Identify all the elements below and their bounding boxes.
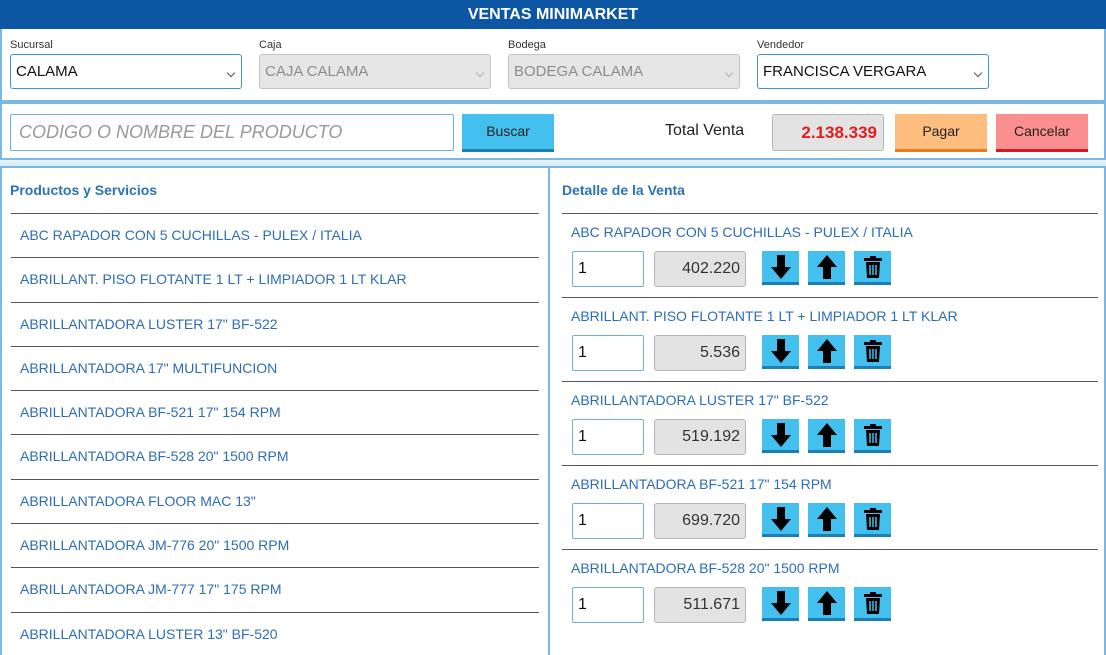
vendedor-label: Vendedor [757, 39, 805, 51]
product-item[interactable]: ABRILLANTADORA JM-777 17" 175 RPM [11, 567, 539, 611]
arrow-up-icon [816, 590, 837, 615]
sucursal-select[interactable]: CALAMA [10, 54, 242, 89]
product-item[interactable]: ABC RAPADOR CON 5 CUCHILLAS - PULEX / IT… [11, 213, 539, 257]
bodega-select: BODEGA CALAMA [508, 54, 740, 89]
remove-button[interactable] [854, 335, 891, 369]
pay-button[interactable]: Pagar [895, 114, 987, 152]
bodega-value: BODEGA CALAMA [514, 63, 644, 80]
selectors-panel: Sucursal CALAMA Caja CAJA CALAMA Bodega … [0, 29, 1106, 102]
remove-button[interactable] [854, 503, 891, 537]
total-value: 2.138.339 [772, 114, 884, 151]
quantity-input[interactable]: 1 [572, 503, 644, 539]
detail-title: Detalle de la Venta [562, 182, 685, 198]
detail-row: ABRILLANTADORA LUSTER 17" BF-522 1 519.1… [562, 381, 1098, 465]
caja-field: Caja CAJA CALAMA [259, 39, 491, 89]
sucursal-label: Sucursal [10, 39, 53, 51]
detail-product-name: ABRILLANTADORA LUSTER 17" BF-522 [571, 392, 829, 408]
chevron-down-icon [226, 68, 236, 78]
increase-button[interactable] [808, 419, 845, 453]
arrow-up-icon [816, 254, 837, 279]
quantity-input[interactable]: 1 [572, 419, 644, 455]
remove-button[interactable] [854, 419, 891, 453]
decrease-button[interactable] [762, 335, 799, 369]
increase-button[interactable] [808, 503, 845, 537]
detail-row: ABC RAPADOR CON 5 CUCHILLAS - PULEX / IT… [562, 213, 1098, 297]
sucursal-value: CALAMA [16, 63, 78, 80]
price-value: 699.720 [654, 503, 746, 539]
chevron-down-icon [475, 68, 485, 78]
arrow-down-icon [770, 590, 791, 615]
bodega-label: Bodega [508, 39, 546, 51]
detail-row: ABRILLANTADORA BF-521 17" 154 RPM 1 699.… [562, 465, 1098, 549]
price-value: 519.192 [654, 419, 746, 455]
product-item[interactable]: ABRILLANTADORA LUSTER 13" BF-520 [11, 611, 539, 655]
decrease-button[interactable] [762, 503, 799, 537]
detail-product-name: ABC RAPADOR CON 5 CUCHILLAS - PULEX / IT… [571, 224, 913, 240]
products-list: ABC RAPADOR CON 5 CUCHILLAS - PULEX / IT… [11, 213, 539, 655]
arrow-up-icon [816, 338, 837, 363]
total-label: Total Venta [665, 122, 745, 139]
chevron-down-icon [724, 68, 734, 78]
increase-button[interactable] [808, 251, 845, 285]
sale-detail-panel: Detalle de la Venta ABC RAPADOR CON 5 CU… [548, 166, 1106, 655]
search-button[interactable]: Buscar [462, 114, 554, 152]
detail-list: ABC RAPADOR CON 5 CUCHILLAS - PULEX / IT… [562, 213, 1098, 633]
products-panel: Productos y Servicios ABC RAPADOR CON 5 … [0, 166, 548, 655]
product-search-input[interactable]: CODIGO O NOMBRE DEL PRODUCTO [10, 114, 454, 151]
increase-button[interactable] [808, 335, 845, 369]
trash-icon [863, 255, 882, 278]
remove-button[interactable] [854, 251, 891, 285]
detail-product-name: ABRILLANTADORA BF-528 20" 1500 RPM [571, 560, 840, 576]
arrow-down-icon [770, 254, 791, 279]
vendedor-select[interactable]: FRANCISCA VERGARA [757, 54, 989, 89]
products-title: Productos y Servicios [10, 182, 158, 198]
caja-select: CAJA CALAMA [259, 54, 491, 89]
caja-value: CAJA CALAMA [265, 63, 369, 80]
detail-row: ABRILLANT. PISO FLOTANTE 1 LT + LIMPIADO… [562, 297, 1098, 381]
trash-icon [863, 339, 882, 362]
trash-icon [863, 423, 882, 446]
product-item[interactable]: ABRILLANTADORA 17" MULTIFUNCION [11, 345, 539, 390]
app-root: VENTAS MINIMARKET Sucursal CALAMA Caja C… [0, 0, 1106, 655]
chevron-down-icon [973, 68, 983, 78]
price-value: 5.536 [654, 335, 746, 371]
remove-button[interactable] [854, 587, 891, 621]
vendedor-value: FRANCISCA VERGARA [763, 63, 927, 80]
product-item[interactable]: ABRILLANTADORA LUSTER 17" BF-522 [11, 301, 539, 346]
decrease-button[interactable] [762, 587, 799, 621]
product-item[interactable]: ABRILLANT. PISO FLOTANTE 1 LT + LIMPIADO… [11, 257, 539, 301]
product-item[interactable]: ABRILLANTADORA BF-521 17" 154 RPM [11, 390, 539, 434]
arrow-down-icon [770, 506, 791, 531]
price-value: 402.220 [654, 251, 746, 287]
arrow-down-icon [770, 422, 791, 447]
quantity-input[interactable]: 1 [572, 251, 644, 287]
caja-label: Caja [259, 39, 282, 51]
sucursal-field: Sucursal CALAMA [10, 39, 242, 89]
decrease-button[interactable] [762, 251, 799, 285]
quantity-input[interactable]: 1 [572, 587, 644, 623]
arrow-up-icon [816, 422, 837, 447]
trash-icon [863, 591, 882, 614]
app-title: VENTAS MINIMARKET [0, 0, 1106, 29]
arrow-down-icon [770, 338, 791, 363]
bodega-field: Bodega BODEGA CALAMA [508, 39, 740, 89]
detail-product-name: ABRILLANTADORA BF-521 17" 154 RPM [571, 476, 832, 492]
decrease-button[interactable] [762, 419, 799, 453]
detail-row: ABRILLANTADORA BF-528 20" 1500 RPM 1 511… [562, 549, 1098, 633]
trash-icon [863, 507, 882, 530]
price-value: 511.671 [654, 587, 746, 623]
product-item[interactable]: ABRILLANTADORA FLOOR MAC 13" [11, 478, 539, 523]
cancel-button[interactable]: Cancelar [996, 114, 1088, 152]
product-item[interactable]: ABRILLANTADORA BF-528 20" 1500 RPM [11, 434, 539, 478]
detail-product-name: ABRILLANT. PISO FLOTANTE 1 LT + LIMPIADO… [571, 308, 958, 324]
quantity-input[interactable]: 1 [572, 335, 644, 371]
arrow-up-icon [816, 506, 837, 531]
vendedor-field: Vendedor FRANCISCA VERGARA [757, 39, 989, 89]
increase-button[interactable] [808, 587, 845, 621]
search-panel: CODIGO O NOMBRE DEL PRODUCTO Buscar Tota… [0, 102, 1106, 160]
product-item[interactable]: ABRILLANTADORA JM-776 20" 1500 RPM [11, 523, 539, 567]
